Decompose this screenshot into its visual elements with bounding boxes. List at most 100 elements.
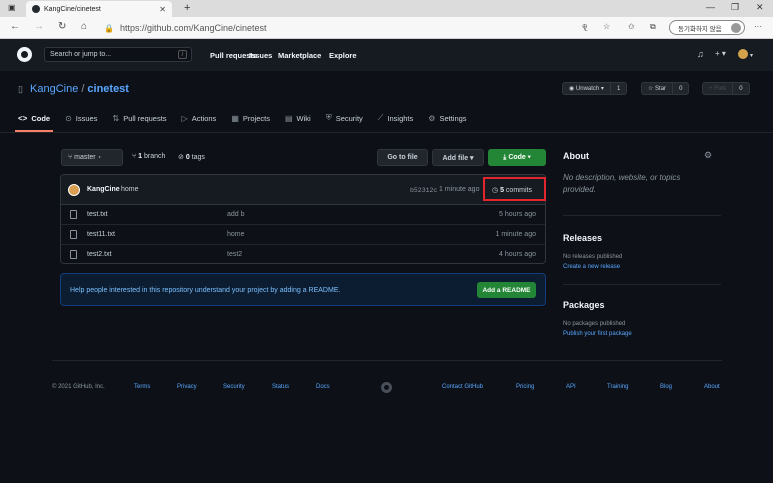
collections-icon[interactable]: ⧉ [650,22,656,32]
footer-link-api[interactable]: API [566,384,576,390]
back-icon[interactable]: ← [10,21,20,32]
packages-heading[interactable]: Packages [563,300,605,310]
file-commit-message[interactable]: add b [227,211,245,218]
go-to-file-button[interactable]: Go to file [377,149,428,166]
tab-actions[interactable]: ▷ Actions [182,108,217,128]
commit-author[interactable]: KangCine [87,186,120,193]
footer-link-training[interactable]: Training [607,384,628,390]
branch-label: branch [144,153,166,160]
reader-icon[interactable]: ꁸ [582,22,588,33]
tab-label: Settings [439,113,467,123]
tab-projects[interactable]: ▦ Projects [231,108,270,128]
tab-pull-requests[interactable]: ⇅ Pull requests [112,108,166,128]
sidebar-divider [563,215,721,216]
file-commit-message[interactable]: test2 [227,251,242,258]
footer-link-pricing[interactable]: Pricing [516,384,534,390]
footer-link-docs[interactable]: Docs [316,384,330,390]
commit-author-avatar[interactable] [68,184,80,196]
url-field[interactable]: 🔒 https://github.com/KangCine/cinetest [104,20,594,36]
user-avatar[interactable] [738,49,748,59]
footer-link-about[interactable]: About [704,384,720,390]
github-footer-logo-icon[interactable] [381,382,392,393]
favorite-star-icon[interactable]: ☆ [603,22,610,31]
branches-link[interactable]: ⑂ 1 branch [132,153,165,160]
publish-package-link[interactable]: Publish your first package [563,331,632,337]
file-name[interactable]: test.txt [87,211,108,218]
file-time: 4 hours ago [499,251,536,258]
releases-empty-text: No releases published [563,254,623,260]
nav-issues[interactable]: Issues [249,51,272,60]
notifications-bell-icon[interactable]: ♫ [697,49,704,59]
star-button[interactable]: ☆ Star 0 [641,82,690,95]
releases-heading[interactable]: Releases [563,233,602,243]
footer-copyright: © 2021 GitHub, Inc. [52,384,105,390]
tags-link[interactable]: ⊘ 0 tags [178,153,205,161]
new-tab-button[interactable]: + [184,2,190,14]
favorites-icon[interactable]: ✩ [628,22,635,31]
minimize-icon[interactable]: — [706,2,715,12]
nav-marketplace[interactable]: Marketplace [278,51,321,60]
file-name[interactable]: test11.txt [87,231,115,238]
code-button[interactable]: ⤓ Code ▾ [488,149,546,166]
file-row[interactable]: test.txt add b 5 hours ago [61,205,545,225]
branch-select-button[interactable]: ⑂ master ▾ [61,149,123,166]
commit-sha[interactable]: b52312c [410,187,437,194]
footer-link-status[interactable]: Status [272,384,289,390]
branch-count: 1 [138,153,143,160]
tab-code[interactable]: <> Code [14,108,54,132]
tab-security[interactable]: ⛨ Security [326,108,363,128]
tab-settings[interactable]: ⚙ Settings [428,108,466,128]
avatar-caret-icon[interactable]: ▾ [750,52,753,59]
tab-actions-icon[interactable]: ▣ [8,3,16,12]
footer-link-security[interactable]: Security [223,384,245,390]
project-icon: ▦ [231,113,239,123]
footer-link-blog[interactable]: Blog [660,384,672,390]
profile-sync-button[interactable]: 동기화하지 않음 [669,20,745,35]
watch-button[interactable]: ◉ Unwatch ▾ 1 [562,82,628,95]
lock-icon: 🔒 [104,23,114,33]
tag-label: tags [191,154,205,161]
tab-close-icon[interactable]: ✕ [159,5,166,14]
gear-icon: ⚙ [428,113,436,123]
tab-label: Actions [191,113,217,123]
tab-issues[interactable]: ⊙ Issues [65,108,97,128]
footer-link-contact[interactable]: Contact GitHub [442,384,483,390]
repo-owner-link[interactable]: KangCine [30,83,78,95]
add-file-button[interactable]: Add file ▾ [432,149,484,166]
footer-link-terms[interactable]: Terms [134,384,150,390]
latest-commit-row: KangCine home b52312c 1 minute ago ◷ 5 c… [61,175,545,205]
nav-explore[interactable]: Explore [329,51,357,60]
file-name[interactable]: test2.txt [87,251,112,258]
add-readme-button[interactable]: Add a README [477,282,536,298]
browser-tab[interactable]: KangCine/cinetest ✕ [26,1,172,17]
search-placeholder: Search or jump to... [50,51,112,58]
watch-count[interactable]: 1 [609,83,626,94]
tab-wiki[interactable]: ▤ Wiki [285,108,311,128]
fork-count[interactable]: 0 [732,83,748,94]
github-logo-icon[interactable] [17,47,32,62]
tab-label: Wiki [296,113,311,123]
file-row[interactable]: test11.txt home 1 minute ago [61,225,545,245]
create-release-link[interactable]: Create a new release [563,264,620,270]
forward-icon[interactable]: → [34,21,44,32]
fork-button[interactable]: ⑂ Fork 0 [702,82,750,95]
reload-icon[interactable]: ↻ [58,21,66,32]
file-row[interactable]: test2.txt test2 4 hours ago [61,245,545,265]
search-input[interactable]: Search or jump to... / [44,47,192,62]
commit-message[interactable]: home [121,186,139,193]
window-close-icon[interactable]: ✕ [756,2,764,13]
home-icon[interactable]: ⌂ [81,21,87,32]
star-count[interactable]: 0 [672,83,688,94]
file-commit-message[interactable]: home [227,231,245,238]
create-new-menu[interactable]: + ▾ [715,49,726,58]
gear-icon[interactable]: ⚙ [704,150,712,161]
profile-avatar [731,22,741,33]
repo-name-link[interactable]: cinetest [87,83,129,95]
browser-menu-icon[interactable]: ··· [754,22,762,31]
tab-label: Security [335,113,363,123]
tag-count: 0 [185,154,190,161]
maximize-icon[interactable]: ❐ [731,2,739,13]
tab-insights[interactable]: ⟋ Insights [378,108,413,128]
about-heading: About [563,151,589,161]
footer-link-privacy[interactable]: Privacy [177,384,197,390]
